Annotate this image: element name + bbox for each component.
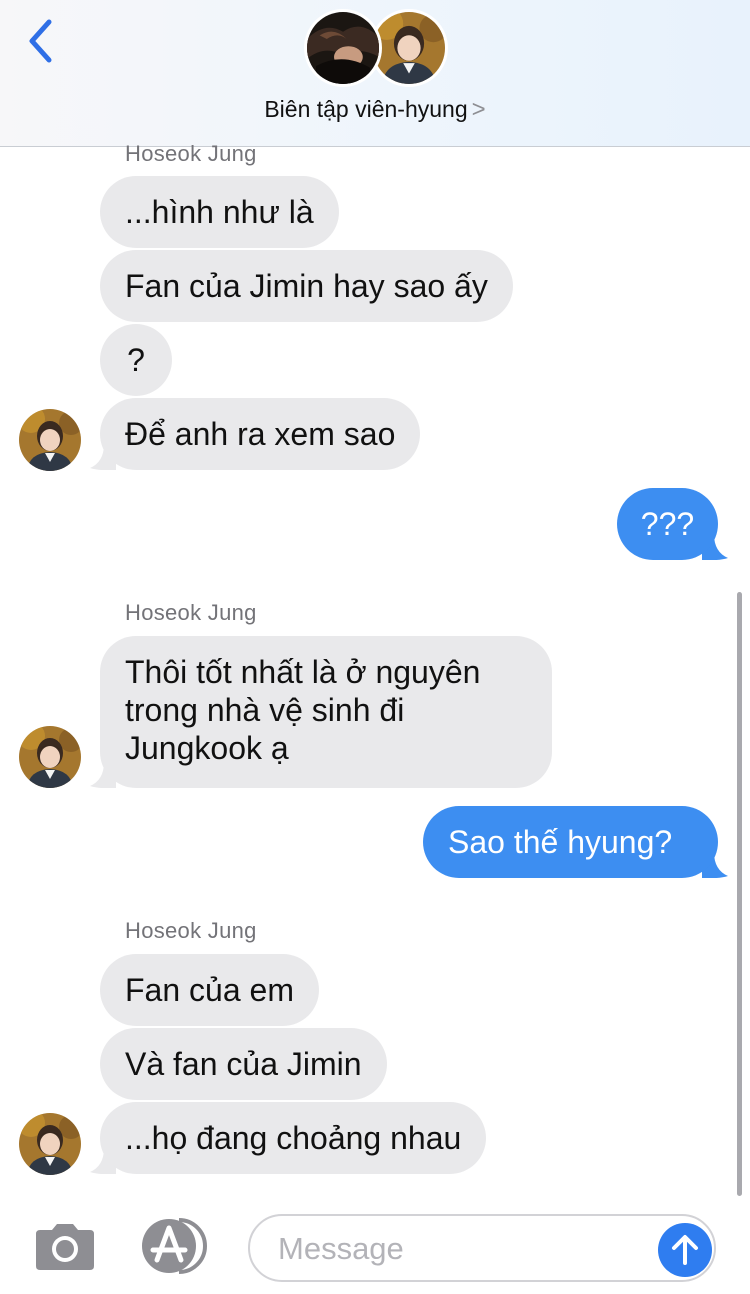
incoming-message[interactable]: ...họ đang choảng nhau — [100, 1102, 487, 1174]
contact-name-label: Biên tập viên-hyung — [264, 96, 468, 122]
camera-icon — [36, 1224, 94, 1270]
sender-label: Hoseok Jung — [125, 918, 257, 943]
outgoing-message[interactable]: Sao thế hyung? — [423, 806, 718, 878]
chevron-right-icon: > — [471, 96, 486, 123]
incoming-message[interactable]: Fan của em — [100, 954, 319, 1026]
message-input[interactable] — [276, 1228, 640, 1270]
camera-button[interactable] — [32, 1222, 98, 1272]
contact-name[interactable]: Biên tập viên-hyung > — [0, 96, 750, 124]
outgoing-message[interactable]: ??? — [617, 488, 718, 560]
message-line: trong nhà vệ sinh đi — [125, 692, 405, 728]
incoming-message[interactable]: Thôi tốt nhất là ở nguyên trong nhà vệ s… — [100, 636, 552, 788]
incoming-message[interactable]: Fan của Jimin hay sao ấy — [100, 250, 513, 322]
group-avatars[interactable] — [304, 9, 448, 89]
incoming-message[interactable]: ...hình như là — [100, 176, 339, 248]
avatar — [19, 726, 81, 788]
message-line: Jungkook ạ — [125, 730, 289, 766]
scrollbar[interactable] — [737, 592, 742, 1196]
sender-label: Hoseok Jung — [125, 600, 257, 625]
incoming-message[interactable]: Để anh ra xem sao — [100, 398, 421, 470]
incoming-message[interactable]: Và fan của Jimin — [100, 1028, 387, 1100]
conversation-header: Biên tập viên-hyung > — [0, 0, 750, 147]
sender-label: Hoseok Jung — [125, 141, 257, 166]
send-button[interactable] — [658, 1223, 712, 1277]
message-line: Thôi tốt nhất là ở nguyên — [125, 654, 481, 690]
avatar — [19, 409, 81, 471]
app-store-button[interactable] — [139, 1216, 213, 1276]
chevron-left-icon — [29, 19, 52, 63]
avatar — [304, 9, 382, 87]
avatar — [19, 1113, 81, 1175]
message-field[interactable] — [248, 1214, 716, 1282]
incoming-message[interactable]: ? — [100, 324, 172, 396]
back-button[interactable] — [20, 16, 60, 66]
arrow-up-icon — [672, 1235, 698, 1265]
message-composer — [0, 1196, 750, 1294]
app-store-icon — [142, 1218, 207, 1274]
